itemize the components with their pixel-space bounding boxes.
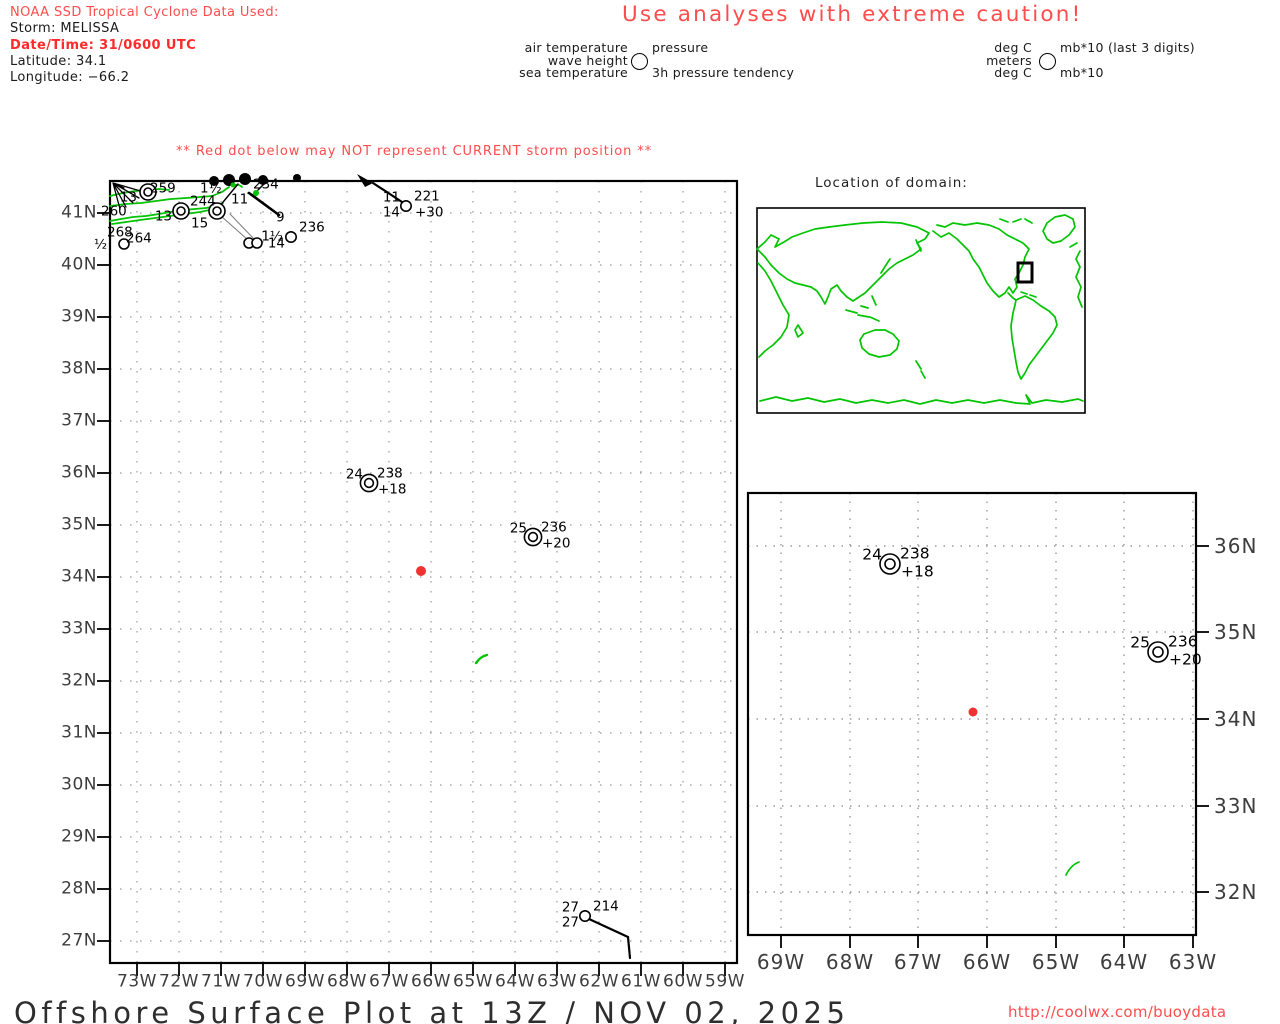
station-circle-inner (143, 187, 153, 197)
station-circle-inner (212, 206, 222, 216)
station-circle-inner (884, 558, 896, 570)
station-circle-inner (527, 531, 539, 543)
station-circle-inner (1152, 646, 1164, 658)
station-circle (284, 231, 297, 244)
station-circle (239, 173, 251, 185)
world-map-inset (756, 207, 1086, 414)
storm-position-dot (416, 566, 426, 576)
storm-position-dot (968, 707, 978, 717)
station-circle (258, 175, 268, 185)
coastline-dot (253, 190, 259, 196)
station-circle-inner (176, 206, 186, 216)
source-url[interactable]: http://coolwx.com/buoydata (1008, 1003, 1226, 1022)
plot-graphics (97, 173, 1209, 976)
station-circle (209, 176, 219, 186)
bermuda-island (474, 653, 489, 665)
wind-barbs (112, 174, 632, 960)
station-circle (578, 909, 591, 922)
coastline-dot (230, 182, 236, 188)
bermuda-island (1065, 861, 1080, 876)
station-circle (118, 238, 130, 250)
offshore-surface-plot: NOAA SSD Tropical Cyclone Data Used: Sto… (0, 0, 1280, 1024)
station-circle (399, 200, 412, 213)
station-circle (293, 174, 301, 182)
station-circle (251, 237, 263, 249)
station-circle-inner (363, 477, 375, 489)
plot-title: Offshore Surface Plot at 13Z / NOV 02, 2… (14, 996, 850, 1024)
